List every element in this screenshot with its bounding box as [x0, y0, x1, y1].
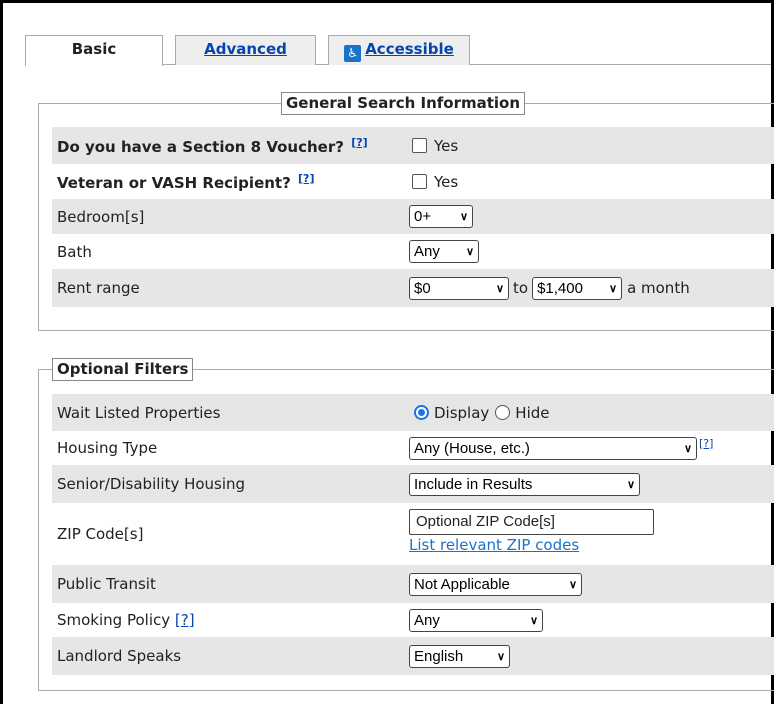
chevron-down-icon: ∨ [609, 282, 618, 295]
landlord-row: Landlord Speaks English ∨ [52, 637, 774, 675]
tab-accessible-link[interactable]: Accessible [365, 40, 454, 58]
general-search-legend: General Search Information [281, 92, 526, 115]
smoking-row: Smoking Policy [?] Any ∨ [52, 603, 774, 637]
tab-accessible[interactable]: ♿ Accessible [328, 35, 470, 65]
waitlist-display-label: Display [434, 403, 490, 422]
general-search-fieldset: General Search Information Do you have a… [38, 92, 774, 331]
bath-select[interactable]: Any ∨ [409, 240, 479, 263]
waitlist-label: Wait Listed Properties [57, 403, 221, 422]
senior-control: Include in Results ∨ [409, 472, 640, 496]
rent-control: $0 ∨ to $1,400 ∨ a month [409, 276, 690, 300]
section8-control: Yes [409, 137, 458, 155]
chevron-down-icon: ∨ [465, 246, 474, 258]
tab-basic[interactable]: Basic [25, 35, 163, 66]
veteran-control: Yes [409, 173, 458, 191]
housing-type-value: Any (House, etc.) [414, 439, 530, 457]
landlord-label: Landlord Speaks [57, 647, 182, 665]
chevron-down-icon: ∨ [496, 650, 505, 663]
rent-max-select[interactable]: $1,400 ∨ [532, 276, 623, 300]
section8-checkbox[interactable] [412, 138, 427, 153]
housing-type-select[interactable]: Any (House, etc.) ∨ [409, 436, 697, 460]
transit-row: Public Transit Not Applicable ∨ [52, 565, 774, 603]
rent-label: Rent range [57, 279, 140, 297]
chevron-down-icon: ∨ [568, 578, 577, 591]
veteran-checkbox[interactable] [412, 174, 427, 189]
optional-filters-fieldset: Optional Filters Wait Listed Properties … [38, 358, 774, 691]
waitlist-control: Display Hide [414, 404, 550, 422]
section8-option-label: Yes [434, 136, 459, 155]
senior-value: Include in Results [414, 475, 533, 493]
rent-suffix-label: a month [627, 279, 690, 297]
waitlist-hide-radio[interactable] [495, 405, 511, 420]
tab-advanced[interactable]: Advanced [175, 35, 316, 65]
rent-to-label: to [513, 279, 529, 297]
transit-label: Public Transit [57, 575, 156, 593]
rent-row: Rent range $0 ∨ to $1,400 ∨ a month [52, 269, 774, 307]
waitlist-display-radio[interactable] [414, 405, 429, 420]
veteran-option-label: Yes [434, 172, 459, 191]
landlord-control: English ∨ [409, 644, 510, 668]
chevron-down-icon: ∨ [683, 442, 692, 455]
housing-type-label: Housing Type [57, 439, 158, 457]
bath-label: Bath [57, 242, 92, 261]
rent-min-value: $0 [414, 279, 431, 297]
rent-min-select[interactable]: $0 ∨ [409, 276, 509, 300]
transit-value: Not Applicable [414, 575, 510, 593]
section8-help-link[interactable]: [?] [351, 136, 367, 149]
search-tabs: Basic Advanced ♿ Accessible [3, 35, 771, 66]
zip-label: ZIP Code[s] [57, 525, 144, 543]
smoking-label-wrap: Smoking Policy [?] [57, 611, 195, 629]
page-frame: Basic Advanced ♿ Accessible General Searc… [0, 0, 774, 704]
chevron-down-icon: ∨ [626, 478, 635, 491]
zip-row: ZIP Code[s] Optional ZIP Code[s] List re… [52, 503, 774, 565]
housing-type-row: Housing Type Any (House, etc.) ∨ [?] [52, 431, 774, 465]
senior-row: Senior/Disability Housing Include in Res… [52, 465, 774, 503]
veteran-help-link[interactable]: [?] [298, 172, 314, 185]
veteran-label-wrap: Veteran or VASH Recipient? [?] [57, 172, 314, 192]
housing-type-control: Any (House, etc.) ∨ [?] [409, 436, 713, 460]
section8-label: Do you have a Section 8 Voucher? [57, 137, 344, 156]
senior-label: Senior/Disability Housing [57, 475, 246, 493]
smoking-label: Smoking Policy [57, 611, 171, 629]
chevron-down-icon: ∨ [495, 282, 504, 295]
bedrooms-label: Bedroom[s] [57, 207, 145, 226]
veteran-label: Veteran or VASH Recipient? [57, 173, 291, 192]
smoking-value: Any [414, 611, 440, 629]
bedrooms-control: 0+ ∨ [409, 205, 473, 228]
veteran-row: Veteran or VASH Recipient? [?] Yes [52, 164, 774, 199]
senior-select[interactable]: Include in Results ∨ [409, 472, 640, 496]
bath-control: Any ∨ [409, 240, 479, 263]
chevron-down-icon: ∨ [529, 614, 538, 627]
tab-basic-label: Basic [71, 40, 117, 58]
zip-input[interactable]: Optional ZIP Code[s] [409, 509, 654, 535]
zip-control: Optional ZIP Code[s] List relevant ZIP c… [409, 509, 654, 554]
zip-list-link[interactable]: List relevant ZIP codes [409, 536, 579, 554]
bedrooms-select[interactable]: 0+ ∨ [409, 205, 473, 228]
landlord-select[interactable]: English ∨ [409, 644, 510, 668]
rent-max-value: $1,400 [537, 279, 583, 297]
smoking-control: Any ∨ [409, 608, 543, 632]
bedrooms-row: Bedroom[s] 0+ ∨ [52, 199, 774, 234]
section8-label-wrap: Do you have a Section 8 Voucher? [?] [57, 136, 368, 156]
bedrooms-select-value: 0+ [414, 208, 432, 225]
tab-advanced-link[interactable]: Advanced [204, 40, 287, 58]
transit-select[interactable]: Not Applicable ∨ [409, 572, 582, 596]
bath-row: Bath Any ∨ [52, 234, 774, 269]
chevron-down-icon: ∨ [459, 211, 468, 223]
wheelchair-icon: ♿ [344, 45, 362, 62]
smoking-select[interactable]: Any ∨ [409, 608, 543, 632]
optional-filters-legend: Optional Filters [52, 358, 194, 381]
waitlist-row: Wait Listed Properties Display Hide [52, 394, 774, 431]
smoking-help-link[interactable]: [?] [175, 611, 195, 629]
housing-type-help-link[interactable]: [?] [699, 437, 713, 450]
section8-row: Do you have a Section 8 Voucher? [?] Yes [52, 127, 774, 164]
bath-select-value: Any [414, 243, 440, 260]
landlord-value: English [414, 647, 464, 665]
transit-control: Not Applicable ∨ [409, 572, 582, 596]
waitlist-hide-label: Hide [515, 403, 550, 422]
